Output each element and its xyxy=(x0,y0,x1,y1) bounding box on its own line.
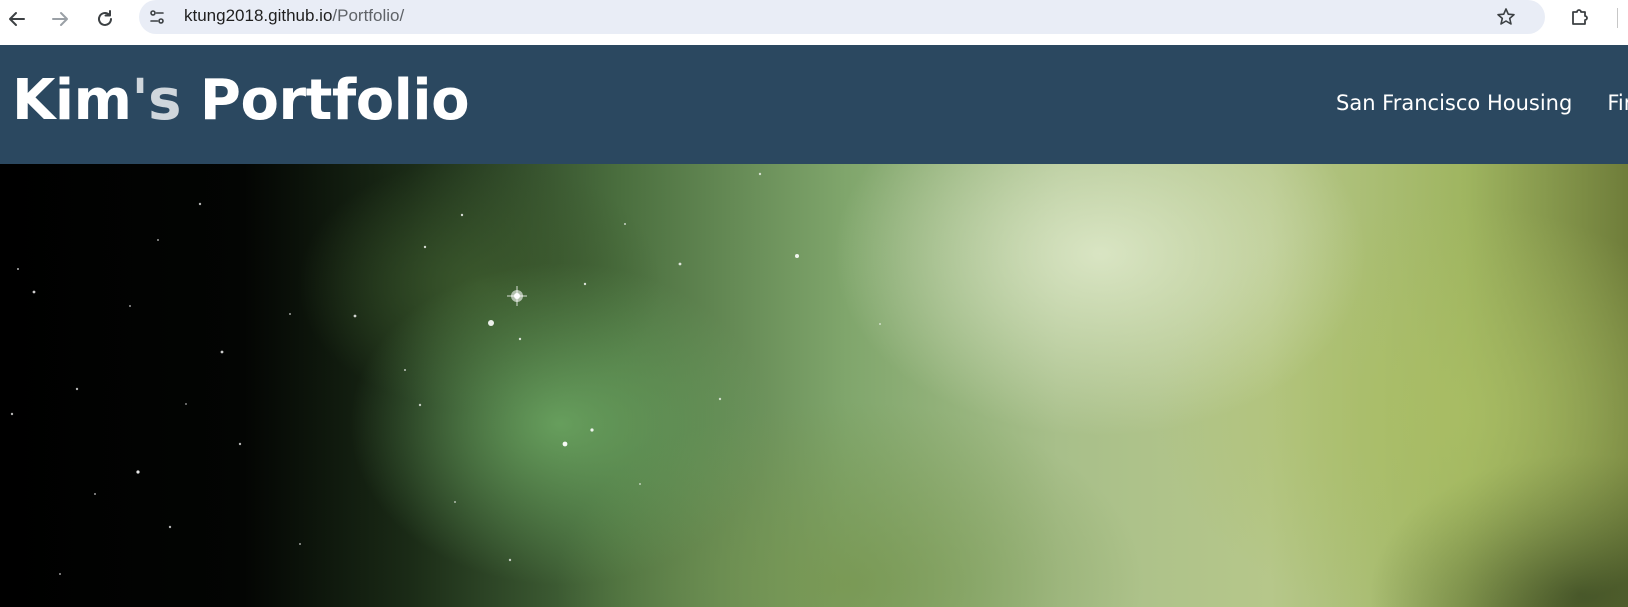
reload-button[interactable] xyxy=(90,4,120,34)
site-title[interactable]: Kim's Portfolio xyxy=(12,67,470,134)
nav-link-san-francisco-housing[interactable]: San Francisco Housing xyxy=(1336,91,1572,115)
site-header: Kim's Portfolio San Francisco Housing Fin xyxy=(0,45,1628,164)
bookmark-star-icon[interactable] xyxy=(1495,6,1517,28)
site-info-icon[interactable] xyxy=(147,7,167,27)
hero-nebula-image xyxy=(0,164,1628,607)
arrow-left-icon xyxy=(9,12,25,26)
title-name: Kim xyxy=(12,68,132,133)
url-text[interactable]: ktung2018.github.io/Portfolio/ xyxy=(184,6,404,26)
bright-star xyxy=(488,286,527,326)
nebula-stars xyxy=(10,172,881,575)
extensions-puzzle-icon[interactable] xyxy=(1567,4,1593,30)
forward-button[interactable] xyxy=(45,4,75,34)
back-button[interactable] xyxy=(2,4,32,34)
arrow-right-icon xyxy=(52,12,68,26)
title-portfolio: Portfolio xyxy=(180,68,470,133)
reload-icon xyxy=(98,10,112,26)
url-host: ktung2018.github.io xyxy=(184,6,333,25)
title-apostrophe: 's xyxy=(131,68,181,133)
url-path: /Portfolio/ xyxy=(332,6,405,25)
nav-link-fin[interactable]: Fin xyxy=(1607,91,1628,115)
toolbar-divider xyxy=(1617,8,1618,28)
address-bar[interactable]: ktung2018.github.io/Portfolio/ xyxy=(139,0,1545,34)
browser-toolbar: ktung2018.github.io/Portfolio/ xyxy=(0,0,1628,45)
site-nav: San Francisco Housing Fin xyxy=(1336,91,1628,115)
